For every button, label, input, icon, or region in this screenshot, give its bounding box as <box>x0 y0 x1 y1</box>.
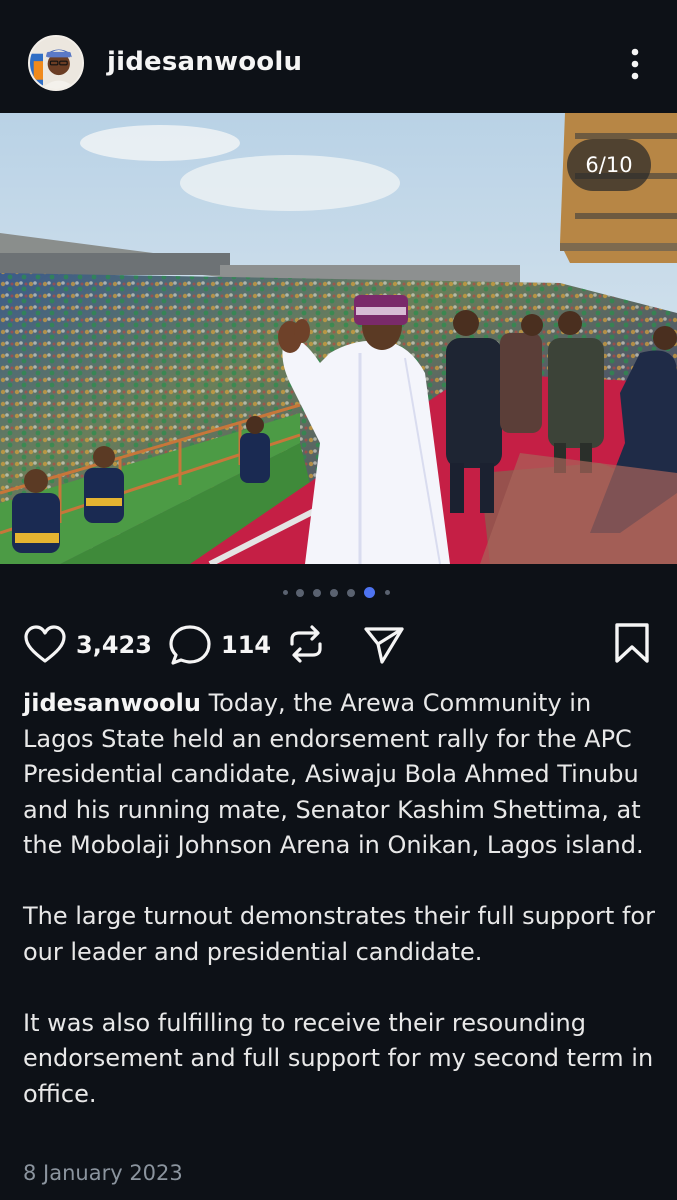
comment-count: 114 <box>221 631 272 659</box>
post-username[interactable]: jidesanwoolu <box>107 47 302 77</box>
carousel-dot-active <box>364 587 375 598</box>
more-vertical-icon[interactable] <box>620 46 650 82</box>
carousel-counter: 6/10 <box>567 139 651 191</box>
caption-paragraph: It was also fulfilling to receive their … <box>23 1008 654 1108</box>
carousel-dot <box>296 589 304 597</box>
like-count: 3,423 <box>76 631 152 659</box>
carousel-dot <box>385 590 390 595</box>
post-caption: jidesanwoolu Today, the Arewa Community … <box>23 686 663 1148</box>
avatar[interactable] <box>28 35 84 91</box>
caption-paragraph: The large turnout demonstrates their ful… <box>23 902 655 966</box>
carousel-dot <box>330 589 338 597</box>
comment-bubble-icon[interactable] <box>168 623 214 667</box>
heart-icon[interactable] <box>23 624 67 664</box>
repost-icon[interactable] <box>286 624 326 664</box>
post-actions: 3,423 114 <box>0 618 677 670</box>
post-date: 8 January 2023 <box>23 1161 183 1185</box>
carousel-dots <box>281 586 401 598</box>
send-icon[interactable] <box>362 624 406 666</box>
post-header: jidesanwoolu <box>0 0 677 112</box>
caption-paragraph: jidesanwoolu Today, the Arewa Community … <box>23 686 663 864</box>
avatar-image <box>30 37 82 89</box>
carousel-dot <box>313 589 321 597</box>
caption-username[interactable]: jidesanwoolu <box>23 689 201 717</box>
bookmark-icon[interactable] <box>612 621 652 665</box>
carousel-dot <box>283 590 288 595</box>
carousel-dot <box>347 589 355 597</box>
